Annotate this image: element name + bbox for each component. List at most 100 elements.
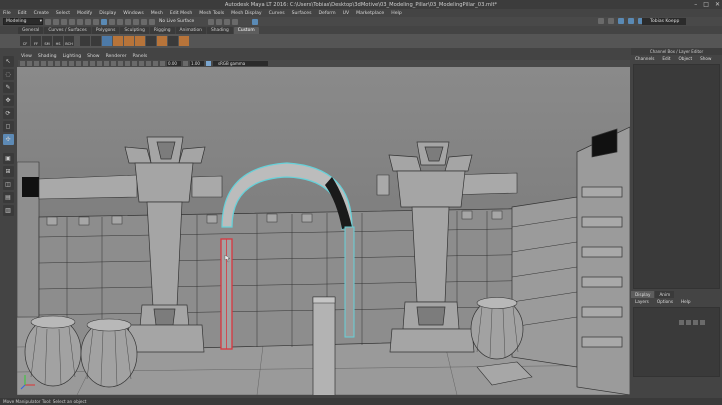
- shelf-tab-rigging[interactable]: Rigging: [149, 27, 175, 34]
- shelf-button-10[interactable]: [124, 36, 134, 46]
- gamma-field[interactable]: 1.00: [190, 61, 204, 66]
- menu-display[interactable]: Display: [99, 11, 116, 16]
- xray-joints-icon[interactable]: [146, 61, 151, 66]
- film-gate-icon[interactable]: [48, 61, 53, 66]
- menu-deform[interactable]: Deform: [319, 11, 336, 16]
- menu-channels[interactable]: Channels: [635, 56, 654, 61]
- side-by-side-icon[interactable]: ◫: [2, 179, 14, 190]
- shelf-tab-curves-surfaces[interactable]: Curves / Surfaces: [44, 27, 91, 34]
- safe-title-icon[interactable]: [83, 61, 88, 66]
- shelf-button-6[interactable]: [80, 36, 90, 46]
- menu-show[interactable]: Show: [700, 56, 711, 61]
- layout-icon[interactable]: [618, 18, 624, 24]
- shelf-button-cf[interactable]: CF: [20, 36, 30, 46]
- paint-select-icon[interactable]: ✎: [2, 82, 14, 93]
- snap-point-icon[interactable]: [125, 18, 131, 25]
- shelf-tab-animation[interactable]: Animation: [175, 27, 206, 34]
- new-layer-icon[interactable]: [693, 320, 698, 325]
- layer-list[interactable]: [633, 307, 720, 377]
- snap-toggle-icon[interactable]: [598, 18, 604, 24]
- close-button[interactable]: ✕: [715, 1, 720, 8]
- move-layer-up-icon[interactable]: [679, 320, 684, 325]
- menu-windows[interactable]: Windows: [123, 11, 144, 16]
- image-plane-icon[interactable]: [34, 61, 39, 66]
- shelf-button-sm[interactable]: SM: [42, 36, 52, 46]
- graph-layout-icon[interactable]: ▥: [2, 205, 14, 216]
- shelf-button-12[interactable]: [146, 36, 156, 46]
- snap-view-icon[interactable]: [133, 18, 139, 25]
- ipr-icon[interactable]: [216, 18, 223, 25]
- tab-display[interactable]: Display: [631, 291, 655, 298]
- select-hierarchy-icon[interactable]: [85, 18, 91, 25]
- new-layer-selected-icon[interactable]: [700, 320, 705, 325]
- menu-help-layers[interactable]: Help: [681, 299, 691, 304]
- backface-icon[interactable]: [153, 61, 158, 66]
- shelf-button-14[interactable]: [168, 36, 178, 46]
- rotate-tool-icon[interactable]: ⟳: [2, 108, 14, 119]
- shelf-tab-custom[interactable]: Custom: [233, 27, 259, 34]
- shelf-tab-polygons[interactable]: Polygons: [91, 27, 120, 34]
- shelf-tab-shading[interactable]: Shading: [206, 27, 233, 34]
- menu-edit[interactable]: Edit: [18, 11, 27, 16]
- shadows-icon[interactable]: [125, 61, 130, 66]
- four-pane-icon[interactable]: ⊞: [2, 166, 14, 177]
- menu-marketplace[interactable]: Marketplace: [356, 11, 384, 16]
- gamma-icon[interactable]: [183, 61, 188, 66]
- menu-select[interactable]: Select: [56, 11, 70, 16]
- move-layer-down-icon[interactable]: [686, 320, 691, 325]
- menu-help[interactable]: Help: [391, 11, 401, 16]
- smooth-shade-icon[interactable]: [97, 61, 102, 66]
- bookmark-icon[interactable]: [27, 61, 32, 66]
- select-component-icon[interactable]: [101, 18, 107, 25]
- tab-anim[interactable]: Anim: [655, 291, 675, 298]
- select-tool-icon[interactable]: ↖: [2, 56, 14, 67]
- exposure-icon[interactable]: [160, 61, 165, 66]
- menu-file[interactable]: File: [3, 11, 11, 16]
- exposure-field[interactable]: 0.00: [167, 61, 181, 66]
- color-space-dropdown[interactable]: sRGB gamma: [213, 61, 268, 66]
- panel-menu-panels[interactable]: Panels: [133, 54, 148, 59]
- new-scene-icon[interactable]: [45, 18, 51, 25]
- shelf-button-7[interactable]: [91, 36, 101, 46]
- lasso-tool-icon[interactable]: ◌: [2, 69, 14, 80]
- menu-object[interactable]: Object: [678, 56, 692, 61]
- manipulator-tool-icon[interactable]: ✣: [2, 134, 14, 145]
- camera-attr-icon[interactable]: [20, 61, 25, 66]
- outliner-layout-icon[interactable]: ▤: [2, 192, 14, 203]
- shelf-tab-sculpting[interactable]: Sculpting: [120, 27, 149, 34]
- move-icon[interactable]: [608, 18, 614, 24]
- panel-menu-shading[interactable]: Shading: [38, 54, 57, 59]
- lights-icon[interactable]: [118, 61, 123, 66]
- viewport[interactable]: [17, 67, 630, 395]
- panel-menu-view[interactable]: View: [21, 54, 32, 59]
- channel-box-area[interactable]: [633, 64, 720, 289]
- move-tool-icon[interactable]: ✥: [2, 95, 14, 106]
- shelf-tab-general[interactable]: General: [18, 27, 44, 34]
- snap-curve-icon[interactable]: [117, 18, 123, 25]
- menu-edit-channels[interactable]: Edit: [662, 56, 670, 61]
- color-management-icon[interactable]: [206, 61, 211, 66]
- single-pane-icon[interactable]: ▣: [2, 153, 14, 164]
- textured-icon[interactable]: [111, 61, 116, 66]
- render-settings-icon[interactable]: [224, 18, 231, 25]
- open-scene-icon[interactable]: [53, 18, 59, 25]
- menu-surfaces[interactable]: Surfaces: [292, 11, 312, 16]
- minimize-button[interactable]: –: [694, 1, 697, 8]
- magnet-icon[interactable]: [149, 18, 155, 25]
- layout-two-icon[interactable]: [628, 18, 634, 24]
- render-icon[interactable]: [208, 18, 215, 25]
- snap-grid-icon[interactable]: [109, 18, 115, 25]
- xray-icon[interactable]: [139, 61, 144, 66]
- isolate-select-icon[interactable]: [132, 61, 137, 66]
- select-object-icon[interactable]: [93, 18, 99, 25]
- menu-uv[interactable]: UV: [343, 11, 350, 16]
- menu-curves[interactable]: Curves: [269, 11, 285, 16]
- safe-action-icon[interactable]: [76, 61, 81, 66]
- shelf-button-9[interactable]: [113, 36, 123, 46]
- menu-edit-mesh[interactable]: Edit Mesh: [170, 11, 192, 16]
- save-scene-icon[interactable]: [61, 18, 67, 25]
- user-account[interactable]: Tobias Koepp: [642, 18, 686, 25]
- shelf-button-15[interactable]: [179, 36, 189, 46]
- grid-icon[interactable]: [41, 61, 46, 66]
- panel-menu-show[interactable]: Show: [87, 54, 99, 59]
